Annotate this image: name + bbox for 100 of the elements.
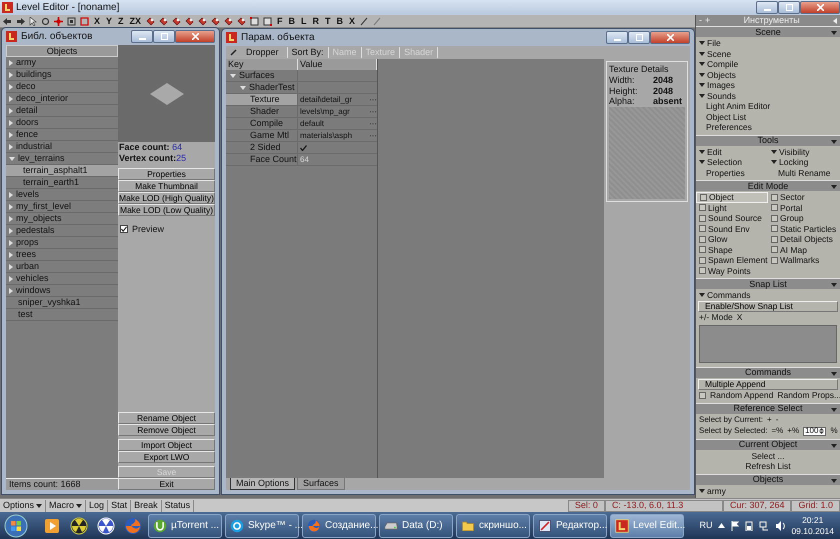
- status-button[interactable]: Macro: [49, 500, 74, 511]
- action-button[interactable]: Rename Object: [118, 412, 215, 424]
- submenu-item[interactable]: Visibility: [768, 146, 840, 157]
- mode-option[interactable]: Sound Env: [696, 224, 768, 234]
- section-header[interactable]: Reference Select: [696, 402, 840, 414]
- taskbar-button[interactable]: Редактор...: [533, 514, 607, 538]
- submenu-item[interactable]: Edit: [696, 146, 768, 157]
- section-header[interactable]: Commands: [696, 366, 840, 378]
- view-button[interactable]: R: [312, 16, 320, 26]
- command-link[interactable]: -: [776, 415, 778, 425]
- maximize-button[interactable]: [153, 30, 175, 42]
- command-item[interactable]: Refresh List: [696, 461, 840, 472]
- mode-option[interactable]: Spawn Element: [696, 255, 768, 266]
- property-key[interactable]: Shader: [226, 106, 298, 117]
- command-item[interactable]: Properties: [696, 168, 768, 178]
- ellipsis-button[interactable]: ···: [369, 94, 377, 104]
- expand-arrow-icon[interactable]: [9, 216, 13, 222]
- maximize-button[interactable]: [628, 30, 650, 44]
- view-button[interactable]: L: [300, 16, 308, 26]
- expand-arrow-icon[interactable]: [9, 192, 13, 198]
- globe-icon[interactable]: [124, 516, 142, 534]
- command-link[interactable]: Random Props...: [777, 390, 840, 400]
- status-button[interactable]: Break: [134, 500, 158, 511]
- collapse-arrow-icon[interactable]: [9, 156, 15, 160]
- command-button[interactable]: Enable/Show Snap List: [698, 300, 838, 312]
- tree-item[interactable]: terrain_asphalt1: [6, 165, 118, 177]
- dropdown-caret-icon[interactable]: [36, 504, 42, 508]
- mode-option[interactable]: Sound Source: [696, 213, 768, 224]
- view-button[interactable]: X: [348, 16, 356, 26]
- axis-button[interactable]: Y: [105, 16, 114, 26]
- action-button[interactable]: Exit: [118, 478, 215, 490]
- axis-button[interactable]: ZX: [128, 16, 142, 26]
- submenu-item[interactable]: Locking: [768, 157, 840, 168]
- action-button[interactable]: Export LWO: [118, 451, 215, 463]
- command-link[interactable]: +: [767, 415, 772, 425]
- expand-arrow-icon[interactable]: [9, 108, 13, 114]
- submenu-item[interactable]: File: [696, 38, 840, 48]
- submenu-item[interactable]: Selection: [696, 157, 768, 168]
- tab[interactable]: Main Options: [230, 478, 296, 490]
- action-button[interactable]: Make LOD (High Quality): [118, 192, 215, 204]
- expand-arrow-icon[interactable]: [9, 228, 13, 234]
- view-button[interactable]: B: [288, 16, 296, 26]
- maximize-button[interactable]: [778, 0, 800, 14]
- collapse-arrow-icon[interactable]: [230, 74, 236, 78]
- action-button[interactable]: Import Object: [118, 439, 215, 451]
- ellipsis-button[interactable]: ···: [369, 130, 377, 140]
- radiation-icon[interactable]: [70, 516, 88, 534]
- expand-arrow-icon[interactable]: [9, 72, 13, 78]
- command-item[interactable]: Object List: [696, 112, 840, 122]
- action-button[interactable]: Make Thumbnail: [118, 180, 215, 192]
- command-button[interactable]: Multiple Append: [698, 378, 838, 390]
- section-header[interactable]: Objects: [696, 474, 840, 484]
- mode-option[interactable]: Object: [696, 192, 768, 202]
- mode-option[interactable]: Shape: [696, 244, 768, 255]
- checkmark-icon[interactable]: [300, 144, 307, 150]
- section-header[interactable]: Edit Mode: [696, 180, 840, 191]
- mode-option[interactable]: Group: [768, 213, 840, 224]
- mode-option[interactable]: Static Particles: [768, 224, 840, 234]
- submenu-item[interactable]: army: [696, 486, 840, 496]
- view-button[interactable]: B: [336, 16, 344, 26]
- view-button[interactable]: T: [324, 16, 332, 26]
- tab[interactable]: Surfaces: [297, 478, 345, 490]
- action-button[interactable]: Make LOD (Low Quality): [118, 204, 215, 216]
- property-key[interactable]: Game Mtl: [226, 130, 298, 141]
- minimize-button[interactable]: [131, 30, 153, 42]
- expand-arrow-icon[interactable]: [9, 288, 13, 294]
- expand-arrow-icon[interactable]: [9, 276, 13, 282]
- property-key[interactable]: Face Count: [226, 154, 298, 165]
- action-button[interactable]: Properties: [118, 168, 215, 180]
- expand-arrow-icon[interactable]: [9, 252, 13, 258]
- preview-checkbox[interactable]: [120, 224, 128, 233]
- expand-arrow-icon[interactable]: [9, 120, 13, 126]
- command-item[interactable]: Light Anim Editor: [696, 101, 840, 112]
- language-indicator[interactable]: RU: [699, 520, 712, 531]
- mode-option[interactable]: Light: [696, 202, 768, 213]
- submenu-item[interactable]: Scene: [696, 48, 840, 59]
- submenu-item[interactable]: Sounds: [696, 90, 840, 101]
- minimize-button[interactable]: [756, 0, 778, 14]
- property-key[interactable]: Compile: [226, 118, 298, 129]
- ellipsis-button[interactable]: ···: [369, 106, 377, 116]
- section-header[interactable]: Tools: [696, 134, 840, 146]
- number-field[interactable]: 100: [803, 426, 826, 436]
- property-key[interactable]: Texture: [226, 94, 298, 105]
- view-button[interactable]: F: [276, 16, 284, 26]
- submenu-item[interactable]: Commands: [696, 290, 840, 300]
- command-link[interactable]: =%: [771, 426, 784, 436]
- submenu-item[interactable]: Images: [696, 80, 840, 90]
- axis-button[interactable]: X: [93, 16, 102, 26]
- expand-arrow-icon[interactable]: [9, 204, 13, 210]
- status-button[interactable]: Status: [164, 500, 190, 511]
- dropdown-caret-icon[interactable]: [76, 504, 82, 508]
- taskbar-button[interactable]: Создание...: [302, 514, 376, 538]
- axis-button[interactable]: Z: [117, 16, 125, 26]
- expand-arrow-icon[interactable]: [9, 240, 13, 246]
- media-player-icon[interactable]: [43, 516, 61, 534]
- action-button[interactable]: Remove Object: [118, 424, 215, 436]
- command-item[interactable]: Select ...: [696, 450, 840, 461]
- section-header[interactable]: Scene: [696, 26, 840, 37]
- taskbar-button[interactable]: µTorrent ...: [148, 514, 222, 538]
- close-button[interactable]: [650, 30, 690, 44]
